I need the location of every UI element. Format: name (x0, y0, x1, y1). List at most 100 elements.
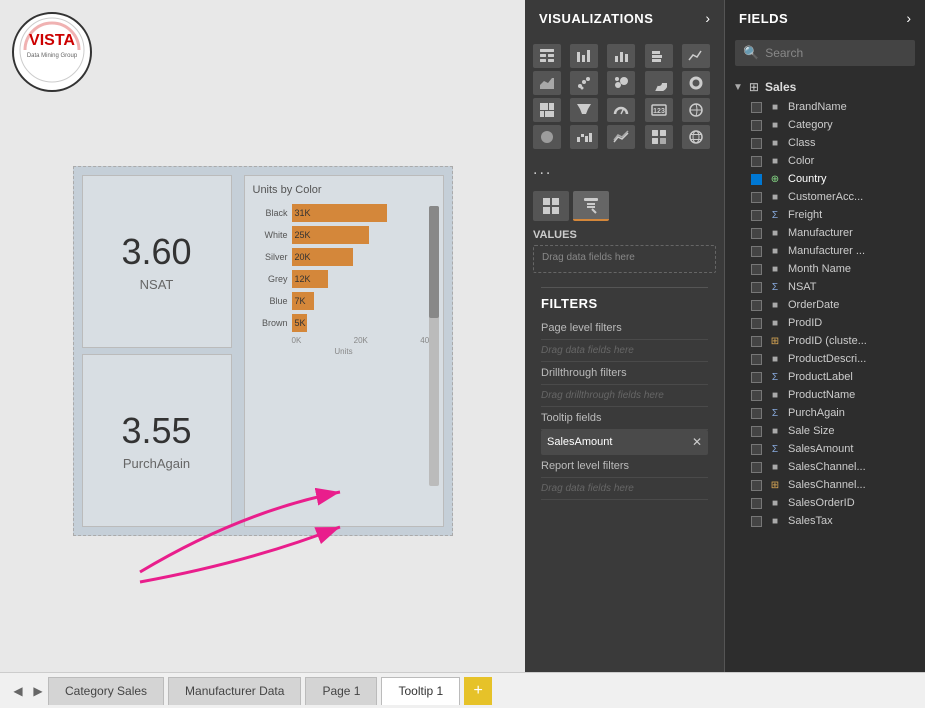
cluster-icon: ⊞ (768, 480, 782, 491)
viz-icon-area[interactable] (533, 71, 561, 95)
viz-icon-stacked-bar[interactable] (645, 44, 673, 68)
fields-search-box[interactable]: 🔍 (735, 40, 915, 66)
filter-section-label: Tooltip fields (541, 407, 708, 430)
field-item[interactable]: ■ BrandName (733, 98, 917, 116)
bar-value: 5K (295, 318, 306, 328)
field-item[interactable]: ■ SalesOrderID (733, 494, 917, 512)
viz-field-tab-format[interactable] (573, 191, 609, 221)
viz-icon-ribbon[interactable] (607, 125, 635, 149)
viz-icon-map[interactable] (682, 98, 710, 122)
text-icon: ■ (768, 264, 782, 275)
filter-drop-zone[interactable]: Drag data fields here (541, 478, 708, 500)
viz-icon-donut[interactable] (682, 71, 710, 95)
viz-icon-treemap[interactable] (533, 98, 561, 122)
field-item[interactable]: Σ PurchAgain (733, 404, 917, 422)
bar-label: Blue (253, 296, 288, 306)
svg-text:123: 123 (653, 108, 665, 115)
field-item[interactable]: ■ Manufacturer ... (733, 242, 917, 260)
content-area: VISTA Data Mining Group 3.60 NSAT (0, 0, 925, 672)
field-checkbox (751, 246, 762, 257)
viz-panel: VISUALIZATIONS › (525, 0, 725, 672)
viz-icon-scatter[interactable] (570, 71, 598, 95)
filter-drop-zone[interactable]: Drag data fields here (541, 340, 708, 362)
filter-section-label: Drillthrough filters (541, 362, 708, 385)
viz-icon-bar[interactable] (570, 44, 598, 68)
fields-panel-chevron[interactable]: › (906, 10, 911, 26)
field-item[interactable]: ■ Category (733, 116, 917, 134)
chart-scrollbar[interactable] (429, 206, 439, 486)
bar-row: Brown 5K (253, 314, 415, 332)
filter-close-icon[interactable]: ✕ (692, 435, 702, 449)
field-item[interactable]: Σ SalesAmount (733, 440, 917, 458)
field-item[interactable]: ■ OrderDate (733, 296, 917, 314)
fields-list: ■ BrandName ■ Category ■ Class ■ Color ⊕… (733, 98, 917, 530)
field-item[interactable]: ⊞ ProdID (cluste... (733, 332, 917, 350)
viz-fields-section: Values Drag data fields here FILTERS Pag… (525, 183, 724, 672)
field-item[interactable]: ■ ProductDescri... (733, 350, 917, 368)
field-item[interactable]: ■ CustomerAcc... (733, 188, 917, 206)
field-item[interactable]: ■ ProductName (733, 386, 917, 404)
field-item[interactable]: ■ SalesTax (733, 512, 917, 530)
field-item[interactable]: ■ Class (733, 134, 917, 152)
bar-fill: 12K (292, 270, 329, 288)
values-drop-zone[interactable]: Drag data fields here (533, 245, 716, 273)
field-name: Category (788, 119, 833, 131)
kpi-value-nsat: 3.60 (121, 231, 191, 273)
bar-row: Black 31K (253, 204, 415, 222)
field-item[interactable]: Σ ProductLabel (733, 368, 917, 386)
viz-icon-gauge[interactable] (607, 98, 635, 122)
field-item[interactable]: ■ Sale Size (733, 422, 917, 440)
field-item[interactable]: ⊕ Country (733, 170, 917, 188)
field-item[interactable]: ■ ProdID (733, 314, 917, 332)
field-item[interactable]: ⊞ SalesChannel... (733, 476, 917, 494)
tab-item[interactable]: Page 1 (305, 677, 377, 705)
viz-icon-matrix[interactable] (645, 125, 673, 149)
viz-icon-table[interactable] (533, 44, 561, 68)
text-icon: ■ (768, 246, 782, 257)
field-checkbox (751, 390, 762, 401)
field-item[interactable]: ■ SalesChannel... (733, 458, 917, 476)
bar-fill: 25K (292, 226, 369, 244)
field-group-sales[interactable]: ▼ ⊞ Sales (733, 74, 917, 98)
viz-icon-globe[interactable] (682, 125, 710, 149)
tab-item[interactable]: Manufacturer Data (168, 677, 301, 705)
viz-more[interactable]: ... (525, 157, 724, 183)
viz-field-tab-fields[interactable] (533, 191, 569, 221)
filter-drop-zone[interactable]: Drag drillthrough fields here (541, 385, 708, 407)
viz-icon-line[interactable] (682, 44, 710, 68)
report-canvas: 3.60 NSAT 3.55 PurchAgain Units by Color… (73, 166, 453, 536)
viz-icon-card[interactable]: 123 (645, 98, 673, 122)
tab-prev-btn[interactable]: ◀ (8, 679, 28, 703)
filter-section-label: Page level filters (541, 317, 708, 340)
svg-text:Data Mining Group: Data Mining Group (27, 53, 78, 59)
bar-chart: Black 31K White 25K Silver 20K Grey 12K … (253, 204, 435, 332)
viz-panel-chevron[interactable]: › (705, 10, 710, 26)
viz-icon-filled-map[interactable] (533, 125, 561, 149)
field-item[interactable]: ■ Month Name (733, 260, 917, 278)
tab-add-btn[interactable]: + (464, 677, 492, 705)
field-name: ProdID (cluste... (788, 335, 867, 347)
field-item[interactable]: ■ Color (733, 152, 917, 170)
tab-item[interactable]: Category Sales (48, 677, 164, 705)
text-icon: ■ (768, 426, 782, 437)
field-item[interactable]: Σ NSAT (733, 278, 917, 296)
viz-icon-bubble[interactable] (607, 71, 635, 95)
bar-value: 7K (295, 296, 306, 306)
chart-scrollbar-thumb (429, 206, 439, 318)
active-filter-item[interactable]: SalesAmount✕ (541, 430, 708, 455)
viz-icon-column[interactable] (607, 44, 635, 68)
tab-bar: ◀ ▶ Category SalesManufacturer DataPage … (0, 672, 925, 708)
field-checkbox (751, 120, 762, 131)
viz-icon-pie[interactable] (645, 71, 673, 95)
field-item[interactable]: Σ Freight (733, 206, 917, 224)
kpi-label-nsat: NSAT (140, 277, 174, 292)
chart-axis: 0K 20K 40K (292, 336, 435, 345)
field-checkbox (751, 156, 762, 167)
viz-icon-waterfall[interactable] (570, 125, 598, 149)
search-input[interactable] (765, 46, 920, 60)
viz-icon-funnel[interactable] (570, 98, 598, 122)
tab-next-btn[interactable]: ▶ (28, 679, 48, 703)
tab-item[interactable]: Tooltip 1 (381, 677, 460, 705)
bar-label: White (253, 230, 288, 240)
field-item[interactable]: ■ Manufacturer (733, 224, 917, 242)
